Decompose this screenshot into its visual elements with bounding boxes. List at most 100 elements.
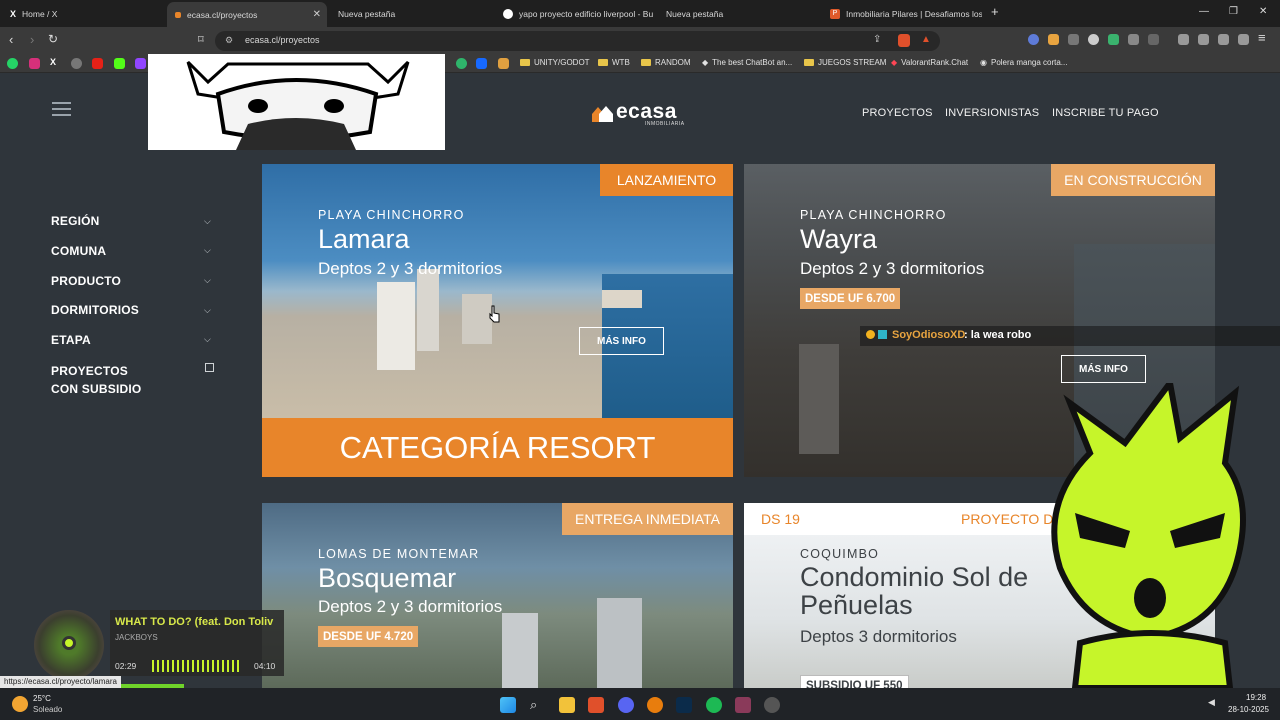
mas-info-button[interactable]: MÁS INFO bbox=[1061, 355, 1146, 383]
bookmark-juegos-stream[interactable]: JUEGOS STREAM bbox=[804, 58, 886, 67]
minimize-icon[interactable]: — bbox=[1199, 6, 1209, 17]
project-name: Bosquemar bbox=[318, 563, 457, 593]
filter-etapa[interactable]: ETAPA bbox=[51, 333, 91, 347]
price-badge: DESDE UF 4.720 bbox=[318, 626, 419, 647]
tab-ecasa[interactable]: ecasa.cl/proyectos ✕ bbox=[167, 2, 327, 27]
nav-inversionistas[interactable]: INVERSIONISTAS bbox=[945, 107, 1039, 119]
bookmark-label: ValorantRank.Chat bbox=[901, 58, 969, 67]
bookmark-wtb[interactable]: WTB bbox=[598, 58, 630, 67]
chevron-down-icon[interactable]: ⌵ bbox=[204, 245, 211, 256]
weather-icon[interactable] bbox=[12, 696, 28, 712]
brave-rewards-icon[interactable]: ▲ bbox=[921, 34, 931, 45]
reload-icon[interactable]: ↻ bbox=[48, 32, 58, 46]
tab-google-search[interactable]: yapo proyecto edificio liverpool - Bu bbox=[495, 3, 655, 25]
nav-proyectos[interactable]: PROYECTOS bbox=[862, 107, 933, 119]
chat-badge-icon bbox=[878, 330, 887, 339]
sidebar-toggle-icon[interactable] bbox=[1178, 34, 1189, 45]
ecasa-logo[interactable]: ecasa INMOBILIARIA bbox=[592, 101, 684, 127]
tab-title: Nueva pestaña bbox=[666, 9, 724, 19]
extension-2-icon[interactable] bbox=[1048, 34, 1059, 45]
extensions-puzzle-icon[interactable] bbox=[1128, 34, 1139, 45]
kick-icon[interactable] bbox=[114, 58, 125, 69]
tab-title: ecasa.cl/proyectos bbox=[187, 9, 258, 20]
extension-6-icon[interactable] bbox=[1148, 34, 1159, 45]
tab-new-1[interactable]: Nueva pestaña bbox=[330, 3, 490, 25]
project-card-bosquemar[interactable]: ENTREGA INMEDIATA LOMAS DE MONTEMAR Bosq… bbox=[262, 503, 733, 688]
filter-producto[interactable]: PRODUCTO bbox=[51, 274, 121, 288]
cursor-icon bbox=[489, 305, 500, 323]
project-card-lamara[interactable]: LANZAMIENTO PLAYA CHINCHORRO Lamara Dept… bbox=[262, 164, 733, 477]
x-icon[interactable]: X bbox=[50, 57, 61, 68]
windows-taskbar: 25°C Soleado ◀ 19:28 28-10-2025 bbox=[0, 688, 1280, 720]
status-badge: EN CONSTRUCCIÓN bbox=[1051, 164, 1215, 196]
photoshop-icon[interactable] bbox=[676, 697, 692, 713]
project-location: COQUIMBO bbox=[800, 547, 880, 561]
windows-start-icon[interactable] bbox=[500, 697, 516, 713]
bookmark-ba-icon[interactable] bbox=[498, 58, 509, 69]
instagram-icon[interactable] bbox=[29, 58, 40, 69]
search-icon[interactable]: ⌕ bbox=[530, 697, 546, 713]
bookmark-green-icon[interactable] bbox=[456, 58, 467, 69]
url-field[interactable]: ⚙ ecasa.cl/proyectos ⇪ ▲ bbox=[215, 31, 940, 51]
back-icon[interactable]: ‹ bbox=[9, 32, 13, 47]
share-icon[interactable]: ⇪ bbox=[873, 34, 881, 45]
status-badge: ENTREGA INMEDIATA bbox=[562, 503, 733, 535]
extension-3-icon[interactable] bbox=[1068, 34, 1079, 45]
project-description: Deptos 2 y 3 dormitorios bbox=[318, 597, 503, 616]
tab-new-2[interactable]: Nueva pestaña bbox=[658, 3, 818, 25]
bookmark-polera[interactable]: ◉ Polera manga corta... bbox=[980, 58, 1067, 67]
apple-icon[interactable] bbox=[71, 58, 82, 69]
bookmark-icon[interactable]: ⌑ bbox=[198, 33, 204, 46]
folder-icon bbox=[641, 59, 651, 66]
extension-5-icon[interactable] bbox=[1108, 34, 1119, 45]
nav-inscribe-tu-pago[interactable]: INSCRIBE TU PAGO bbox=[1052, 107, 1159, 119]
chevron-down-icon[interactable]: ⌵ bbox=[204, 275, 211, 286]
spotify-icon[interactable] bbox=[706, 697, 722, 713]
subsidio-checkbox[interactable] bbox=[205, 363, 214, 372]
tab-title: yapo proyecto edificio liverpool - Bu bbox=[519, 9, 654, 19]
new-tab-button[interactable]: + bbox=[991, 4, 999, 19]
site-info-icon[interactable]: ⚙ bbox=[225, 35, 233, 46]
filter-dormitorios[interactable]: DORMITORIOS bbox=[51, 303, 139, 317]
filter-region[interactable]: REGIÓN bbox=[51, 214, 100, 228]
speaker-icon[interactable]: ◀ bbox=[1208, 697, 1215, 708]
restore-icon[interactable]: ❐ bbox=[1229, 6, 1238, 17]
globe-icon: ◉ bbox=[980, 58, 987, 67]
close-tab-icon[interactable]: ✕ bbox=[313, 9, 321, 20]
project-name: Wayra bbox=[800, 224, 878, 254]
chevron-down-icon[interactable]: ⌵ bbox=[204, 216, 211, 227]
chevron-down-icon[interactable]: ⌵ bbox=[204, 305, 211, 316]
menu-icon[interactable]: ≡ bbox=[1258, 30, 1266, 45]
filter-proyectos-con-subsidio[interactable]: PROYECTOS CON SUBSIDIO bbox=[51, 362, 151, 398]
forward-icon[interactable]: › bbox=[30, 32, 34, 47]
hamburger-menu-icon[interactable] bbox=[52, 102, 71, 116]
brave-icon[interactable] bbox=[588, 697, 604, 713]
file-explorer-icon[interactable] bbox=[559, 697, 575, 713]
discord-icon[interactable] bbox=[618, 697, 634, 713]
extension-1-icon[interactable] bbox=[1028, 34, 1039, 45]
mas-info-button[interactable]: MÁS INFO bbox=[579, 327, 664, 355]
extension-4-icon[interactable] bbox=[1088, 34, 1099, 45]
blender-icon[interactable] bbox=[647, 697, 663, 713]
bookmark-random[interactable]: RANDOM bbox=[641, 58, 691, 67]
twitch-icon[interactable] bbox=[135, 58, 146, 69]
close-window-icon[interactable]: ✕ bbox=[1259, 6, 1267, 17]
bookmark-unity-godot[interactable]: UNITY/GODOT bbox=[520, 58, 590, 67]
whatsapp-icon[interactable] bbox=[7, 58, 18, 69]
obs-icon[interactable] bbox=[764, 697, 780, 713]
app-icon[interactable] bbox=[735, 697, 751, 713]
bookmark-valorantrank[interactable]: ◆ ValorantRank.Chat bbox=[891, 58, 968, 67]
leo-icon[interactable] bbox=[1218, 34, 1229, 45]
filter-comuna[interactable]: COMUNA bbox=[51, 244, 106, 258]
chevron-down-icon[interactable]: ⌵ bbox=[204, 334, 211, 345]
behance-icon[interactable] bbox=[476, 58, 487, 69]
youtube-icon[interactable] bbox=[92, 58, 103, 69]
bookmark-chatbot[interactable]: ◆ The best ChatBot an... bbox=[702, 58, 792, 67]
green-character-image bbox=[1051, 383, 1246, 688]
waveform bbox=[152, 660, 242, 672]
wallet-icon[interactable] bbox=[1198, 34, 1209, 45]
tab-home-x[interactable]: X Home / X bbox=[2, 3, 167, 25]
brave-shields-icon[interactable] bbox=[898, 34, 910, 47]
vpn-icon[interactable] bbox=[1238, 34, 1249, 45]
tab-pilares[interactable]: P Inmobiliaria Pilares | Desafiamos los bbox=[822, 3, 982, 25]
